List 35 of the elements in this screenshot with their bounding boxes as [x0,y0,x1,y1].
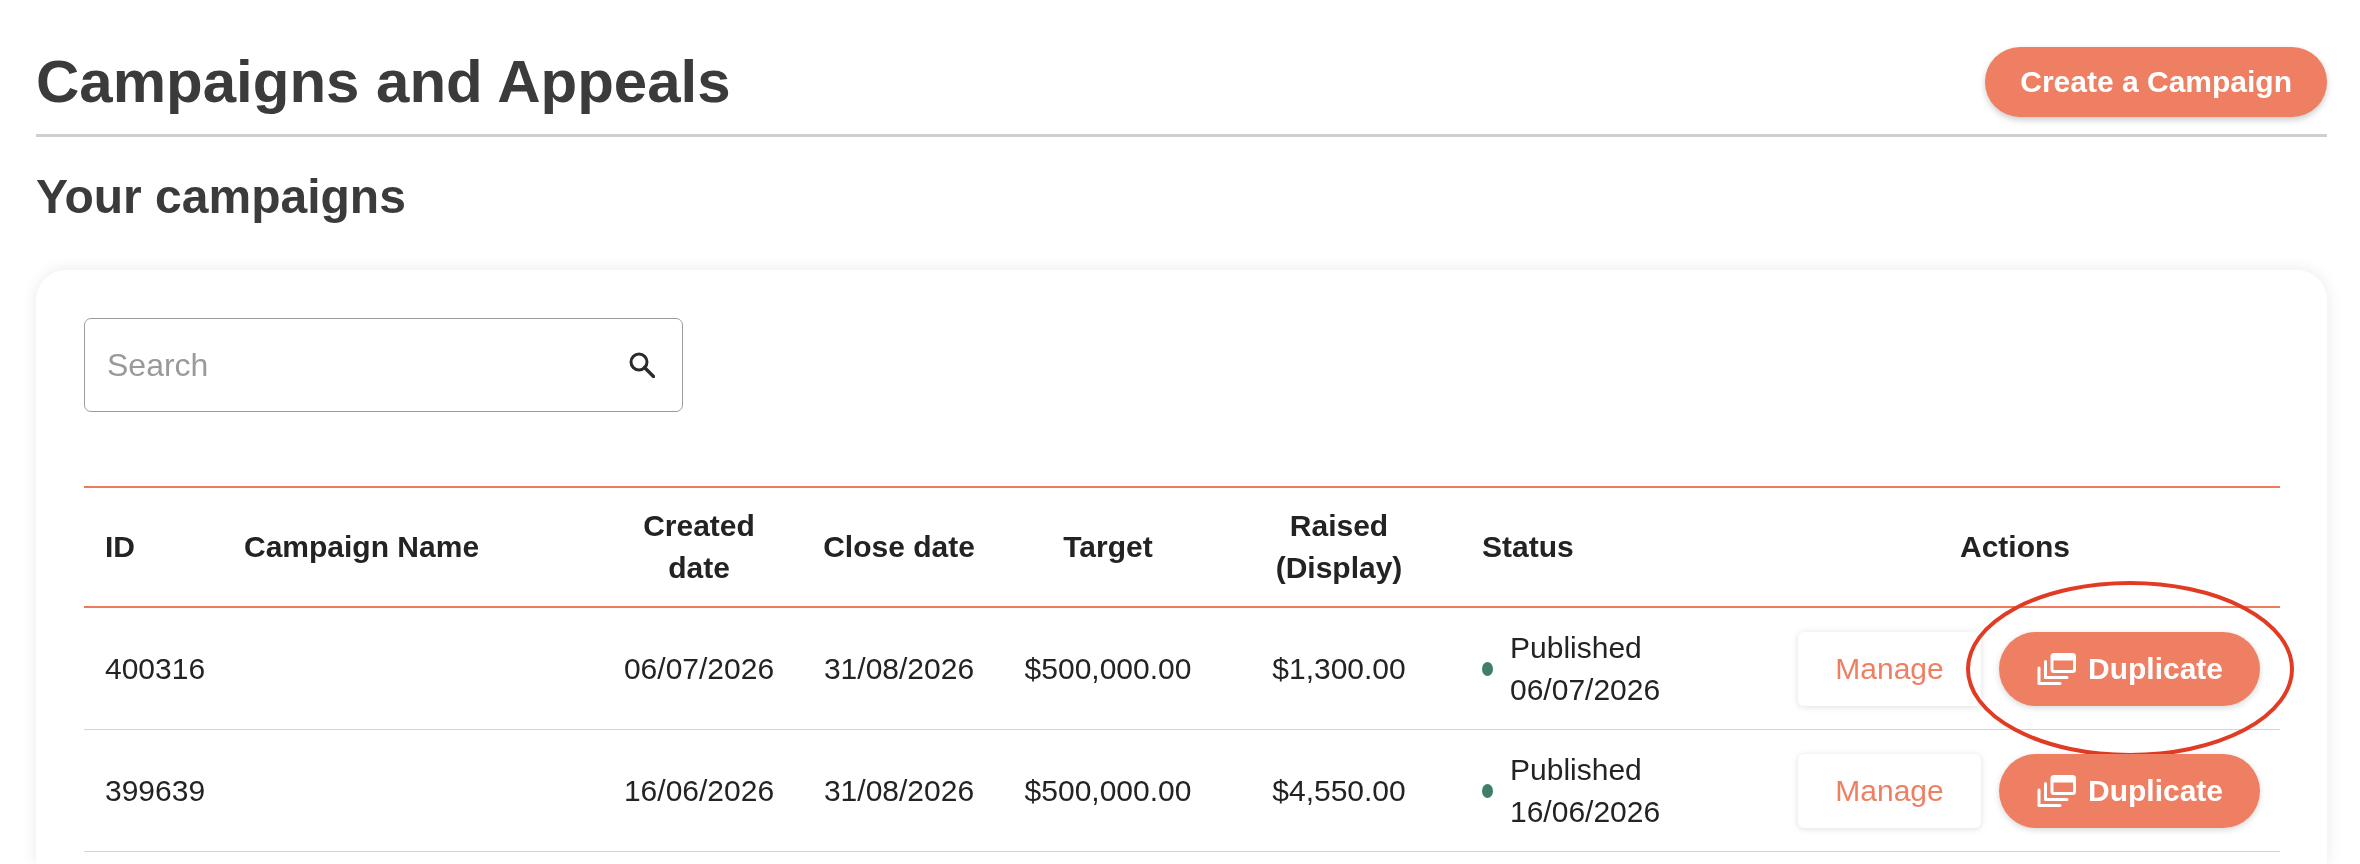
column-header: Status [1481,529,1575,565]
table-cell-text: $4,550.00 [1271,772,1407,809]
create-button[interactable]: Create a Campaign [1985,47,2327,117]
copy-icon [2036,774,2076,807]
duplicate-button[interactable]: Duplicate [1999,753,2260,828]
column-header: Campaign Name [243,529,481,565]
table-cell-text: $500,000.00 [1023,650,1193,687]
status-date: 16/06/2026 [1510,793,1661,830]
table-cell-text: $1,300.00 [1271,650,1407,687]
status-label: Published [1510,629,1643,666]
table-cell-text: 31/08/2026 [822,650,976,687]
status-label: Published [1510,751,1643,788]
page-title: Campaigns and Appeals [36,47,731,117]
column-header: Raised (Display) [1274,508,1404,586]
column-header: Close date [822,529,976,565]
column-header: ID [104,529,136,565]
manage-button[interactable]: Manage [1798,631,1981,706]
column-header: Target [1062,529,1154,565]
status-date: 06/07/2026 [1510,671,1661,708]
manage-button[interactable]: Manage [1798,753,1981,828]
status-dot-icon [1482,783,1493,798]
table-cell-text: 399639 [104,772,207,809]
table-cell-text: 400316 [104,650,207,687]
copy-icon [2036,652,2076,685]
column-header: Created date [642,508,756,586]
status-dot-icon [1482,661,1493,676]
search-icon[interactable] [629,352,655,378]
table-cell-text: 31/08/2026 [822,772,976,809]
column-header: Actions [1959,529,2071,565]
duplicate-button[interactable]: Duplicate [1999,631,2260,706]
table-cell-text: 06/07/2026 [622,650,776,687]
section-title: Your campaigns [36,169,406,225]
search-field[interactable]: Search [84,318,683,412]
table-cell-text: $500,000.00 [1023,772,1193,809]
table-cell-text: 16/06/2026 [622,772,776,809]
